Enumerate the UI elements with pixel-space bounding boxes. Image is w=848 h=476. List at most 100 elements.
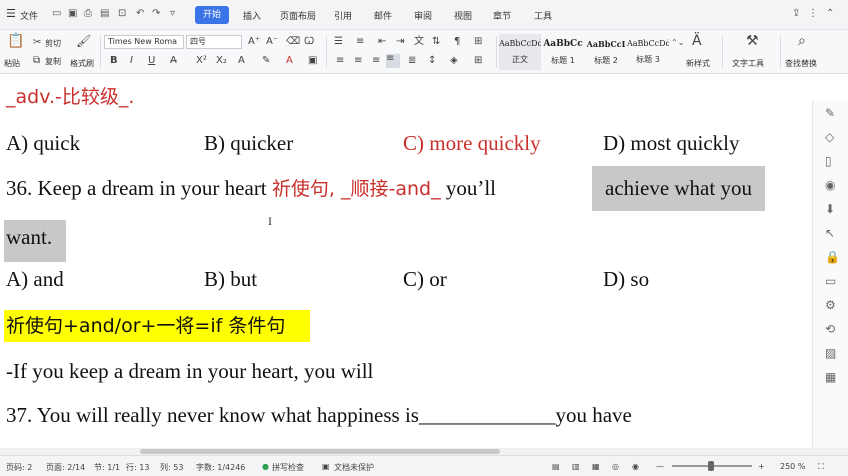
undo-icon[interactable]: ↶ <box>136 8 144 19</box>
show-marks-icon[interactable]: ¶ <box>454 37 460 47</box>
increase-indent-icon[interactable]: ⇥ <box>396 37 404 47</box>
decrease-indent-icon[interactable]: ⇤ <box>378 37 386 47</box>
text-color-icon[interactable]: A <box>286 56 293 66</box>
borders-icon[interactable]: ⊞ <box>474 56 482 66</box>
more-icon[interactable]: ⋮ <box>808 8 818 19</box>
tab-review[interactable]: 审阅 <box>414 9 432 22</box>
copy-icon[interactable]: ⧉ <box>33 56 40 66</box>
new-style-icon[interactable]: Ä <box>692 34 702 48</box>
status-words[interactable]: 字数: 1/4246 <box>196 462 245 473</box>
tab-tools[interactable]: 工具 <box>534 9 552 22</box>
web-view-icon[interactable]: ▦ <box>592 462 600 471</box>
format-painter-icon[interactable]: 🖌 <box>76 35 91 47</box>
select-icon[interactable]: ↖ <box>825 226 835 240</box>
collapse-ribbon-icon[interactable]: ⌃ <box>826 8 834 19</box>
save-icon[interactable]: ▣ <box>68 8 77 19</box>
line-spacing-icon[interactable]: ↕ <box>428 56 436 66</box>
superscript-icon[interactable]: X² <box>196 56 207 66</box>
copy-label[interactable]: 复制 <box>45 56 61 67</box>
print-icon[interactable]: ⎙ <box>84 8 92 19</box>
nav-icon[interactable]: ◉ <box>825 178 835 192</box>
align-left-icon[interactable]: ≡ <box>336 56 344 66</box>
distributed-icon[interactable]: ≣ <box>408 56 416 66</box>
align-center-icon[interactable]: ≡ <box>354 56 362 66</box>
status-page[interactable]: 页码: 2 <box>6 462 32 473</box>
cut-label[interactable]: 剪切 <box>45 38 61 49</box>
status-pages[interactable]: 页面: 2/14 <box>46 462 85 473</box>
underline-icon[interactable]: U <box>148 56 155 66</box>
style-heading-3[interactable]: AaBbCcDd 标题 3 <box>627 34 669 70</box>
font-color-icon[interactable]: A <box>238 56 245 66</box>
scrollbar-thumb[interactable] <box>140 449 500 454</box>
customize-icon[interactable]: ▿ <box>170 8 175 19</box>
strikethrough-icon[interactable]: A̶ <box>170 56 177 66</box>
new-style-label[interactable]: 新样式 <box>686 58 710 69</box>
view-mode-icon[interactable]: ▤ <box>552 462 560 471</box>
find-icon[interactable]: ⌕ <box>798 34 806 48</box>
spellcheck-icon[interactable]: ● <box>262 462 269 471</box>
text-tools-label[interactable]: 文字工具 <box>732 58 764 69</box>
tab-view[interactable]: 视图 <box>454 9 472 22</box>
tab-section[interactable]: 章节 <box>493 9 511 22</box>
zoom-in-icon[interactable]: + <box>758 462 765 471</box>
style-heading-2[interactable]: AaBbCcI 标题 2 <box>585 34 627 70</box>
clear-format-icon[interactable]: ⌫ <box>286 37 300 47</box>
menu-file[interactable]: 文件 <box>20 9 38 22</box>
share-icon[interactable]: ⇪ <box>792 8 800 19</box>
tab-mailings[interactable]: 邮件 <box>374 9 392 22</box>
lock-icon[interactable]: 🔒 <box>825 250 840 264</box>
char-shading-icon[interactable]: ▣ <box>308 56 317 66</box>
cut-icon[interactable]: ✂ <box>33 38 41 48</box>
tab-insert[interactable]: 插入 <box>243 9 261 22</box>
status-protect[interactable]: 文档未保护 <box>334 462 374 473</box>
export-icon[interactable]: ⊡ <box>118 8 126 19</box>
numbering-icon[interactable]: ≡ <box>356 37 364 47</box>
document-page[interactable]: _adv.-比较级_. A) quick B) quicker C) more … <box>0 74 812 448</box>
gallery-icon[interactable]: ▦ <box>825 370 836 384</box>
tab-page-layout[interactable]: 页面布局 <box>280 9 316 22</box>
align-right-icon[interactable]: ≡ <box>372 56 380 66</box>
shapes-icon[interactable]: ◇ <box>825 130 834 144</box>
ribbon-more-icon[interactable]: ⊞ <box>474 37 482 47</box>
status-col[interactable]: 列: 53 <box>160 462 183 473</box>
format-painter-label[interactable]: 格式刷 <box>70 58 94 69</box>
adjust-icon[interactable]: ⚙ <box>825 298 836 312</box>
status-section[interactable]: 节: 1/1 <box>94 462 120 473</box>
text-tools-icon[interactable]: ⚒ <box>746 34 759 48</box>
shrink-font-icon[interactable]: A⁻ <box>266 37 278 47</box>
paste-label[interactable]: 粘贴 <box>4 58 20 69</box>
status-spellcheck[interactable]: 拼写检查 <box>272 462 304 473</box>
styles-scroll-icon[interactable]: ⌃⌄ <box>671 38 684 48</box>
grow-font-icon[interactable]: A⁺ <box>248 37 260 47</box>
find-replace-label[interactable]: 查找替换 <box>785 58 817 69</box>
chinese-layout-icon[interactable]: 文 <box>414 37 424 47</box>
paste-icon[interactable]: 📋 <box>7 34 24 48</box>
text-effects-icon[interactable]: Ꞷ <box>304 37 314 47</box>
outline-view-icon[interactable]: ▥ <box>572 462 580 471</box>
zoom-level[interactable]: 250 % <box>780 462 805 471</box>
eye-icon[interactable]: ◉ <box>632 462 639 471</box>
shading-icon[interactable]: ◈ <box>450 56 458 66</box>
history-icon[interactable]: ⟲ <box>825 322 835 336</box>
protect-icon[interactable]: ▣ <box>322 462 330 471</box>
page-icon[interactable]: ▯ <box>825 154 832 168</box>
highlight-color-icon[interactable]: ✎ <box>262 56 270 66</box>
menu-icon[interactable]: ☰ <box>6 7 16 20</box>
bullets-icon[interactable]: ☰ <box>334 37 343 47</box>
justify-icon[interactable]: ≡ <box>386 54 400 68</box>
zoom-slider-knob[interactable] <box>708 461 714 471</box>
print-preview-icon[interactable]: ▤ <box>100 8 109 19</box>
redo-icon[interactable]: ↷ <box>152 8 160 19</box>
image-icon[interactable]: ▨ <box>825 346 836 360</box>
subscript-icon[interactable]: X₂ <box>216 56 227 66</box>
horizontal-scrollbar[interactable] <box>0 448 848 455</box>
open-icon[interactable]: ▭ <box>52 8 61 19</box>
status-row[interactable]: 行: 13 <box>126 462 149 473</box>
italic-icon[interactable]: I <box>130 56 133 66</box>
style-normal[interactable]: AaBbCcDd 正文 <box>499 34 541 70</box>
comment-icon[interactable]: ▭ <box>825 274 836 288</box>
sort-icon[interactable]: ⇅ <box>432 37 440 47</box>
tab-home[interactable]: 开始 <box>195 6 229 24</box>
export-pdf-icon[interactable]: ⬇ <box>825 202 835 216</box>
font-size-select[interactable]: 四号 <box>186 35 242 49</box>
